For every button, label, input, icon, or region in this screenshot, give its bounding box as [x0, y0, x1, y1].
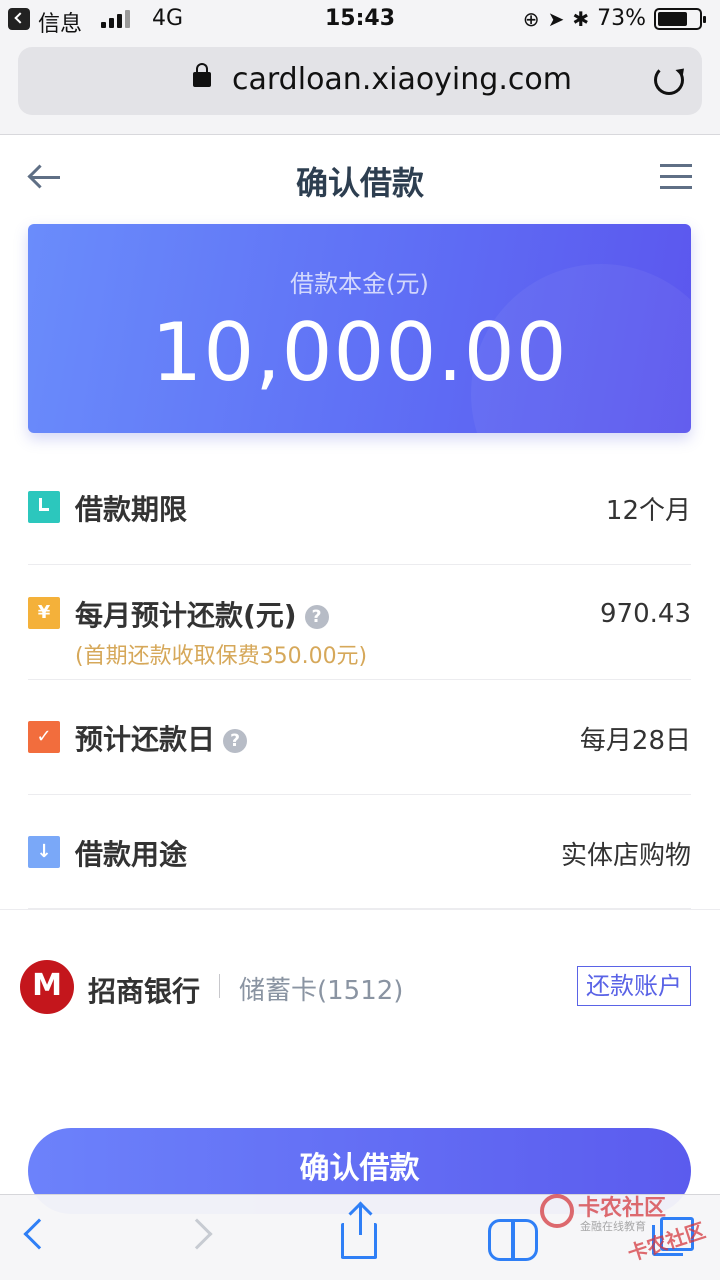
- repayment-bank[interactable]: 招商银行 储蓄卡(1512) 还款账户: [20, 958, 691, 1016]
- battery-icon: [654, 7, 706, 30]
- amount-value: 10,000.00: [151, 306, 568, 399]
- row-value: 12个月: [605, 496, 691, 526]
- row-label: 借款用途: [75, 838, 188, 871]
- bank-name: 招商银行: [88, 975, 201, 1008]
- watermark-subtitle: 金融在线教育: [580, 1220, 646, 1233]
- url-text[interactable]: cardloan.xiaoying.com: [232, 62, 572, 97]
- loan-amount-card: 借款本金(元) 10,000.00: [28, 224, 691, 433]
- address-bar[interactable]: cardloan.xiaoying.com: [18, 47, 702, 115]
- row-label: 借款期限: [75, 493, 188, 526]
- separator: [219, 974, 220, 998]
- help-icon[interactable]: ?: [223, 729, 248, 753]
- watermark: 卡农社区 金融在线教育 卡农社区: [540, 1186, 715, 1266]
- bookmarks-icon[interactable]: [488, 1219, 538, 1261]
- row-loan-term: 借款期限 12个月: [28, 462, 691, 565]
- row-monthly-payment: ¥ 每月预计还款(元)? (首期还款收取保费350.00元) 970.43: [28, 565, 691, 680]
- yen-icon: ¥: [28, 597, 60, 629]
- arrow-down-icon: ↓: [28, 836, 60, 868]
- battery-percent: 73%: [597, 6, 646, 31]
- premium-note: (首期还款收取保费350.00元): [75, 644, 368, 669]
- bluetooth-icon: ✱: [572, 6, 590, 31]
- orientation-lock-icon: ⊕: [522, 6, 540, 31]
- menu-icon[interactable]: [660, 164, 692, 190]
- browser-address-area: cardloan.xiaoying.com: [0, 40, 720, 135]
- status-bar: 信息 4G 15:43 ⊕ ➤ ✱ 73%: [0, 0, 720, 40]
- clock-icon: [28, 491, 60, 523]
- row-value: 实体店购物: [560, 841, 691, 871]
- row-label: 每月预计还款(元)?: [75, 594, 329, 634]
- lock-icon: [193, 63, 211, 87]
- help-icon[interactable]: ?: [304, 605, 329, 629]
- bank-logo-icon: [20, 960, 74, 1014]
- browser-forward-icon[interactable]: [181, 1218, 213, 1250]
- row-label: 预计还款日?: [75, 718, 248, 758]
- share-icon[interactable]: [341, 1205, 377, 1259]
- reload-icon[interactable]: [654, 65, 684, 95]
- row-value: 970.43: [600, 599, 691, 629]
- divider: [0, 909, 720, 910]
- row-loan-purpose[interactable]: ↓ 借款用途 实体店购物: [28, 795, 691, 909]
- location-icon: ➤: [547, 6, 565, 31]
- bank-card: 储蓄卡(1512): [239, 976, 404, 1006]
- row-value: 每月28日: [579, 726, 691, 756]
- watermark-logo-icon: [540, 1194, 574, 1228]
- browser-back-icon[interactable]: [23, 1218, 55, 1250]
- page-title: 确认借款: [295, 164, 424, 202]
- row-repayment-day: ✓ 预计还款日? 每月28日: [28, 680, 691, 795]
- battery-fill: [658, 11, 688, 26]
- row-label-text: 每月预计还款(元): [75, 599, 297, 632]
- page-header: 确认借款: [0, 136, 720, 220]
- check-icon: ✓: [28, 721, 60, 753]
- row-label-text: 预计还款日: [75, 723, 216, 756]
- amount-label: 借款本金(元): [290, 270, 429, 298]
- repayment-account-tag: 还款账户: [577, 966, 691, 1006]
